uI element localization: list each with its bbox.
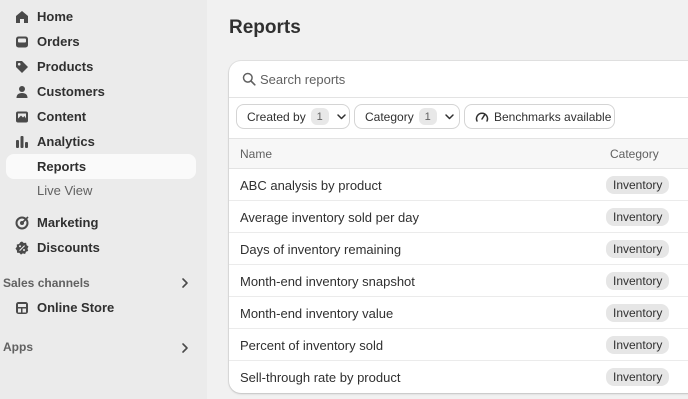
filter-label: Category [365,109,414,124]
sidebar-item-home[interactable]: Home [6,4,196,29]
category-badge: Inventory [606,208,670,226]
category-badge: Inventory [606,240,670,258]
table-row[interactable]: Sell-through rate by product Inventory [229,361,688,393]
sidebar-item-label: Marketing [37,215,99,230]
main-content: Reports Search reports Created by 1 Cate… [207,0,688,399]
tag-icon [14,59,30,75]
sidebar-item-label: Home [37,9,74,24]
image-icon [14,109,30,125]
table-row[interactable]: Days of inventory remaining Inventory [229,233,688,265]
filter-count: 1 [418,108,437,125]
sidebar-item-label: Discounts [37,240,100,255]
report-name[interactable]: ABC analysis by product [240,178,382,193]
sidebar-item-products[interactable]: Products [6,54,196,79]
sidebar-item-label: Live View [37,183,93,198]
table-header: Name Category [229,139,688,169]
storefront-icon [14,300,30,316]
sales-channels-header[interactable]: Sales channels [3,273,199,293]
sidebar-item-customers[interactable]: Customers [6,79,196,104]
filter-bar: Created by 1 Category 1 Benchmarks avail… [229,98,688,139]
sidebar-item-label: Content [37,109,87,124]
sales-channels-label: Sales channels [3,276,90,290]
report-name[interactable]: Month-end inventory value [240,306,393,321]
chevron-down-icon [444,111,455,122]
category-filter[interactable]: Category 1 [354,104,460,129]
sidebar-item-reports[interactable]: Reports [6,154,196,179]
sidebar-item-orders[interactable]: Orders [6,29,196,54]
filter-label: Benchmarks available [494,109,612,124]
column-header-category[interactable]: Category [610,147,659,161]
report-name[interactable]: Percent of inventory sold [240,338,383,353]
apps-header[interactable]: Apps [3,337,199,357]
sidebar-item-label: Customers [37,84,105,99]
category-badge: Inventory [606,176,670,194]
sidebar-item-content[interactable]: Content [6,104,196,129]
created-by-filter[interactable]: Created by 1 [236,104,350,129]
category-badge: Inventory [606,336,670,354]
benchmarks-filter[interactable]: Benchmarks available [464,104,615,129]
table-row[interactable]: ABC analysis by product Inventory [229,169,688,201]
sidebar: Home Orders Products Customers Content A… [0,0,207,399]
search-bar[interactable]: Search reports [229,61,688,98]
report-name[interactable]: Average inventory sold per day [240,210,419,225]
category-badge: Inventory [606,272,670,290]
apps-label: Apps [3,340,33,354]
table-row[interactable]: Average inventory sold per day Inventory [229,201,688,233]
report-name[interactable]: Month-end inventory snapshot [240,274,415,289]
sidebar-item-marketing[interactable]: Marketing [6,210,196,235]
sidebar-item-label: Orders [37,34,80,49]
sidebar-item-label: Online Store [37,300,115,315]
report-name[interactable]: Sell-through rate by product [240,370,400,385]
filter-label: Created by [247,109,306,124]
filter-count: 1 [310,108,329,125]
search-input[interactable]: Search reports [260,72,345,87]
column-header-name[interactable]: Name [240,147,272,161]
person-icon [14,84,30,100]
sidebar-item-live-view[interactable]: Live View [6,178,196,203]
chevron-right-icon[interactable] [178,276,192,290]
home-icon [14,9,30,25]
sidebar-item-online-store[interactable]: Online Store [6,295,196,320]
sidebar-item-label: Reports [37,159,87,174]
table-row[interactable]: Percent of inventory sold Inventory [229,329,688,361]
page-title: Reports [229,17,301,38]
search-icon [242,72,256,86]
sidebar-item-label: Products [37,59,94,74]
table-row[interactable]: Month-end inventory snapshot Inventory [229,265,688,297]
sidebar-item-analytics[interactable]: Analytics [6,129,196,154]
category-badge: Inventory [606,304,670,322]
gauge-icon [475,110,489,124]
sidebar-item-discounts[interactable]: Discounts [6,235,196,260]
bar-chart-icon [14,134,30,150]
target-icon [14,215,30,231]
report-name[interactable]: Days of inventory remaining [240,242,401,257]
table-row[interactable]: Month-end inventory value Inventory [229,297,688,329]
reports-card: Search reports Created by 1 Category 1 B… [229,61,688,393]
inbox-icon [14,34,30,50]
discount-icon [14,240,30,256]
sidebar-item-label: Analytics [37,134,95,149]
chevron-right-icon[interactable] [178,341,192,355]
category-badge: Inventory [606,368,670,386]
chevron-down-icon [336,111,347,122]
